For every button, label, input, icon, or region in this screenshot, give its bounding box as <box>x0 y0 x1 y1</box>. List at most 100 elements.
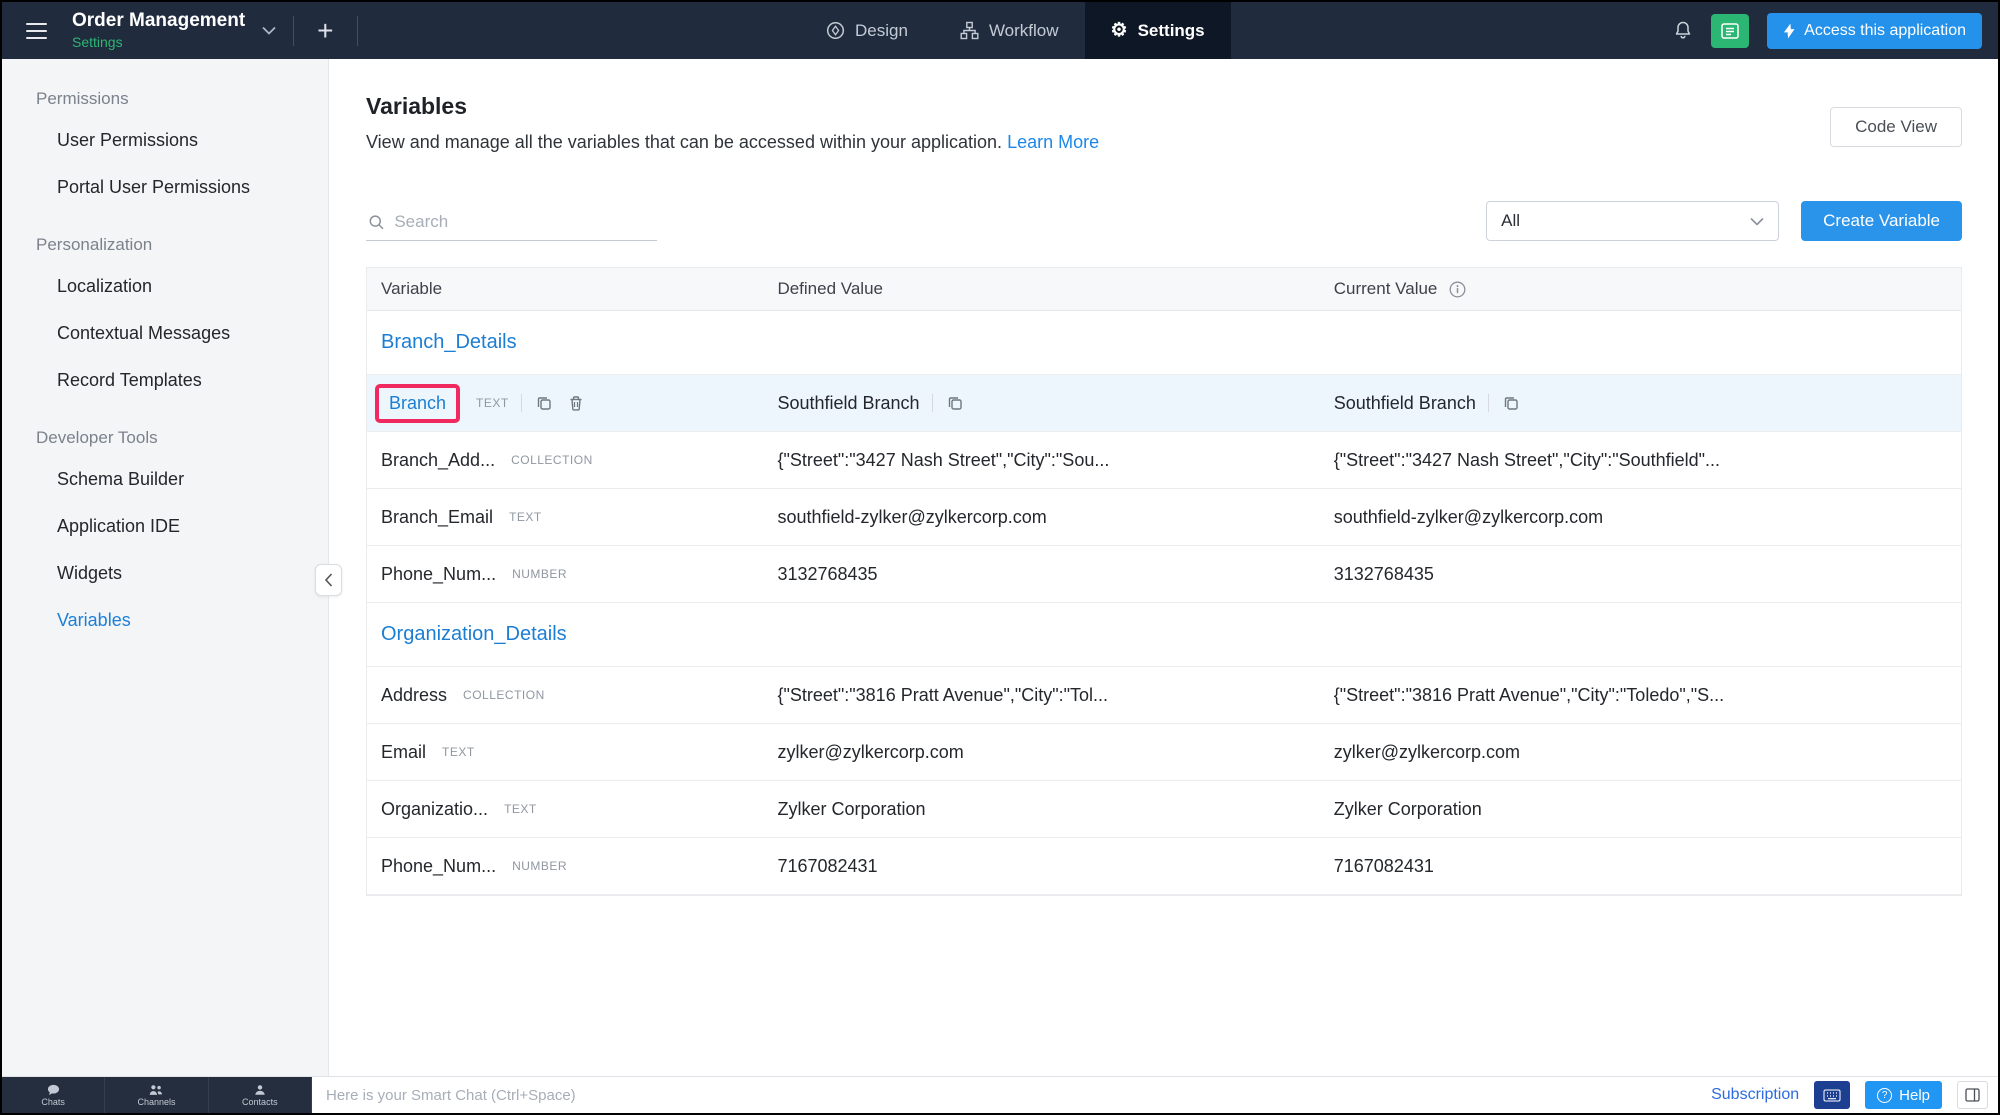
sidebar-item-widgets[interactable]: Widgets <box>2 550 328 597</box>
trash-icon <box>570 395 582 411</box>
current-value: zylker@zylkercorp.com <box>1333 741 1521 762</box>
app-title-block: Order Management Settings <box>72 9 246 51</box>
tab-settings[interactable]: ⚙ Settings <box>1084 2 1231 59</box>
help-button[interactable]: ? Help <box>1865 1081 1942 1109</box>
tab-design[interactable]: Design <box>800 2 934 59</box>
defined-value: zylker@zylkercorp.com <box>777 741 964 762</box>
dock-item-label: Channels <box>137 1096 176 1107</box>
settings-sidebar: Permissions User Permissions Portal User… <box>2 59 342 1076</box>
defined-value: Zylker Corporation <box>777 798 926 819</box>
status-bar: Chats Channels Contacts Subscription ? H… <box>2 1076 1998 1113</box>
app-switcher-chevron-button[interactable] <box>258 22 280 39</box>
side-panel-toggle-button[interactable] <box>1957 1081 1988 1109</box>
dock-item-label: Contacts <box>242 1096 278 1107</box>
create-variable-button[interactable]: Create Variable <box>1801 201 1962 241</box>
subscription-link[interactable]: Subscription <box>1711 1086 1799 1104</box>
page-description: View and manage all the variables that c… <box>366 132 1099 153</box>
keyboard-shortcuts-button[interactable] <box>1814 1081 1851 1109</box>
topbar: Order Management Settings + Design Workf… <box>2 2 1998 59</box>
variable-name: Phone_Num... <box>381 563 497 584</box>
access-application-label: Access this application <box>1804 21 1966 39</box>
sidebar-item-variables[interactable]: Variables <box>2 597 328 644</box>
sidebar-item-localization[interactable]: Localization <box>2 263 328 310</box>
variable-row[interactable]: Phone_Num... NUMBER 3132768435 3132768435 <box>367 546 1961 603</box>
variable-group-link[interactable]: Branch_Details <box>381 331 517 354</box>
dock-item-contacts[interactable]: Contacts <box>209 1077 312 1113</box>
sidebar-item-user-permissions[interactable]: User Permissions <box>2 117 328 164</box>
app-subtitle: Settings <box>72 34 123 51</box>
copy-variable-button[interactable] <box>534 393 554 413</box>
code-view-button[interactable]: Code View <box>1830 107 1962 147</box>
topbar-nav: Design Workflow ⚙ Settings <box>800 2 1231 59</box>
add-application-button[interactable]: + <box>307 16 343 45</box>
sidebar-item-application-ide[interactable]: Application IDE <box>2 503 328 550</box>
variable-name: Branch_Add... <box>381 449 496 470</box>
sidebar-item-contextual-messages[interactable]: Contextual Messages <box>2 310 328 357</box>
copy-icon <box>948 397 962 410</box>
variable-type-label: TEXT <box>504 802 537 816</box>
search-input[interactable] <box>394 212 655 232</box>
variable-row[interactable]: Email TEXT zylker@zylkercorp.com zylker@zyl… <box>367 724 1961 781</box>
variable-row[interactable]: Phone_Num... NUMBER 7167082431 7167082431 <box>367 838 1961 895</box>
sidebar-collapse-button[interactable] <box>315 564 342 596</box>
current-value: {"Street":"3427 Nash Street","City":"Sou… <box>1333 449 1721 470</box>
sidebar-item-portal-user-permissions[interactable]: Portal User Permissions <box>2 164 328 211</box>
variable-name: Phone_Num... <box>381 855 497 876</box>
current-value: southfield-zylker@zylkercorp.com <box>1333 506 1604 527</box>
variable-name-link[interactable]: Branch <box>389 393 446 413</box>
search-icon <box>369 215 384 230</box>
variable-row[interactable]: Address COLLECTION {"Street":"3816 Pratt A… <box>367 667 1961 724</box>
current-value: Zylker Corporation <box>1333 798 1482 819</box>
chat-dock: Chats Channels Contacts <box>2 1077 312 1113</box>
variable-type-label: NUMBER <box>512 859 568 873</box>
delete-variable-button[interactable] <box>566 393 586 414</box>
hamburger-menu-button[interactable] <box>20 17 53 45</box>
info-icon[interactable] <box>1449 281 1466 298</box>
dock-item-channels[interactable]: Channels <box>105 1077 209 1113</box>
copy-defined-value-button[interactable] <box>945 393 965 413</box>
variable-name: Address <box>381 684 448 705</box>
variables-page: Variables View and manage all the variab… <box>329 59 1998 1076</box>
design-icon <box>826 21 845 40</box>
sidebar-item-record-templates[interactable]: Record Templates <box>2 357 328 404</box>
sidebar-heading: Permissions <box>36 89 129 108</box>
defined-value: 7167082431 <box>777 855 878 876</box>
variable-row[interactable]: Organizatio... TEXT Zylker Corporation Zylk… <box>367 781 1961 838</box>
variable-type-label: TEXT <box>442 745 475 759</box>
variable-type-filter-dropdown[interactable]: All <box>1486 201 1780 241</box>
copy-icon <box>1504 397 1518 410</box>
variable-name: Email <box>381 741 427 762</box>
variable-row[interactable]: Branch_Add... COLLECTION {"Street":"3427 N… <box>367 432 1961 489</box>
people-icon <box>150 1084 163 1095</box>
divider <box>293 15 295 46</box>
topbar-left: Order Management Settings + <box>2 2 358 59</box>
app-title: Order Management <box>72 9 246 31</box>
sidebar-section-personalization: Personalization Localization Contextual … <box>2 235 328 404</box>
app-window: Order Management Settings + Design Workf… <box>0 0 2000 1115</box>
sidebar-heading: Developer Tools <box>36 428 158 447</box>
variable-row[interactable]: Branch_Email TEXT southfield-zylker@zylker… <box>367 489 1961 546</box>
body: Permissions User Permissions Portal User… <box>2 59 1998 1076</box>
variable-row[interactable]: Branch TEXT Southfield Branch Southfield Br… <box>367 375 1961 432</box>
access-application-button[interactable]: Access this application <box>1767 12 1982 49</box>
variable-type-label: TEXT <box>476 396 509 410</box>
smart-chat-input[interactable] <box>326 1086 1296 1104</box>
chat-bubble-icon <box>47 1084 59 1095</box>
notifications-button[interactable] <box>1673 20 1693 41</box>
current-value: {"Street":"3816 Pratt Avenue","City":"To… <box>1333 684 1725 705</box>
variable-type-label: COLLECTION <box>463 688 545 702</box>
copy-current-value-button[interactable] <box>1501 393 1521 413</box>
list-card-icon <box>1721 22 1739 39</box>
question-mark-icon: ? <box>1877 1087 1893 1103</box>
sidebar-section-developer-tools: Developer Tools Schema Builder Applicati… <box>2 428 328 644</box>
keyboard-icon <box>1823 1089 1841 1101</box>
variable-group-link[interactable]: Organization_Details <box>381 623 567 646</box>
dock-item-chats[interactable]: Chats <box>2 1077 106 1113</box>
tab-workflow[interactable]: Workflow <box>934 2 1085 59</box>
current-value: Southfield Branch <box>1333 392 1476 413</box>
help-label: Help <box>1899 1086 1930 1104</box>
learn-more-link[interactable]: Learn More <box>1007 132 1099 152</box>
sidebar-item-schema-builder[interactable]: Schema Builder <box>2 456 328 503</box>
app-summary-button[interactable] <box>1711 13 1750 48</box>
sidebar-heading: Personalization <box>36 235 153 254</box>
